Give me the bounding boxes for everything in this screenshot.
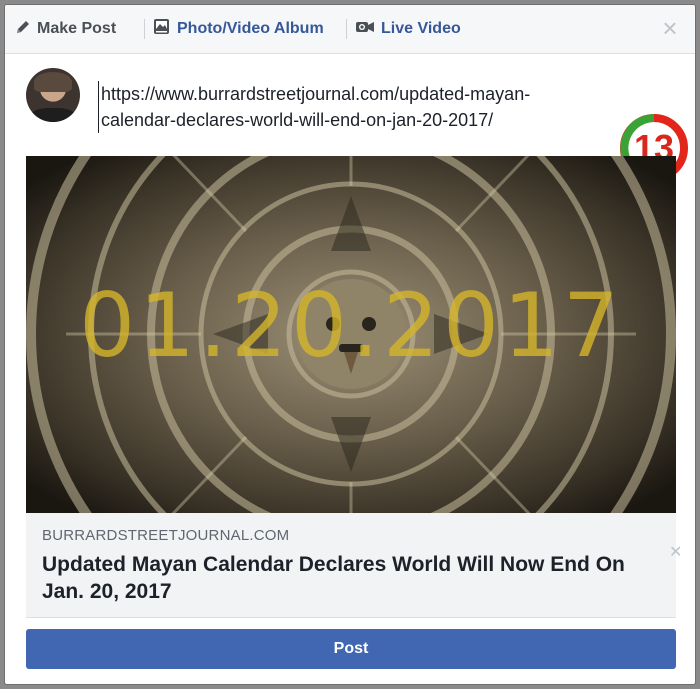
avatar-hair (34, 72, 72, 92)
composer-tabs: Make Post Photo/Video Album Live Video × (5, 5, 695, 54)
tab-label: Make Post (37, 20, 117, 37)
image-date-text: 01.20.2017 (79, 274, 623, 377)
tab-live-video[interactable]: Live Video (355, 5, 461, 53)
avatar-shirt (30, 108, 76, 122)
link-title[interactable]: Updated Mayan Calendar Declares World Wi… (42, 551, 642, 605)
avatar[interactable] (26, 68, 80, 122)
tab-divider (144, 19, 145, 39)
link-preview-details[interactable]: BURRARDSTREETJOURNAL.COM Updated Mayan C… (26, 513, 676, 618)
composer-dialog: Make Post Photo/Video Album Live Video ×… (4, 4, 696, 685)
tab-make-post[interactable]: Make Post (15, 5, 116, 53)
remove-preview-icon[interactable]: ✕ (669, 542, 682, 562)
tab-divider (346, 19, 347, 39)
link-preview-image[interactable]: 01.20.2017 (26, 156, 676, 513)
tab-photo-video-album[interactable]: Photo/Video Album (153, 5, 324, 53)
link-domain: BURRARDSTREETJOURNAL.COM (42, 527, 290, 544)
pencil-icon (15, 19, 31, 40)
video-camera-icon (355, 19, 375, 40)
tab-label: Live Video (381, 20, 461, 37)
post-text-input[interactable]: https://www.burrardstreetjournal.com/upd… (98, 81, 601, 133)
post-button[interactable]: Post (26, 629, 676, 669)
close-icon[interactable]: × (659, 15, 681, 41)
tab-label: Photo/Video Album (177, 20, 324, 37)
photo-album-icon (153, 18, 171, 41)
